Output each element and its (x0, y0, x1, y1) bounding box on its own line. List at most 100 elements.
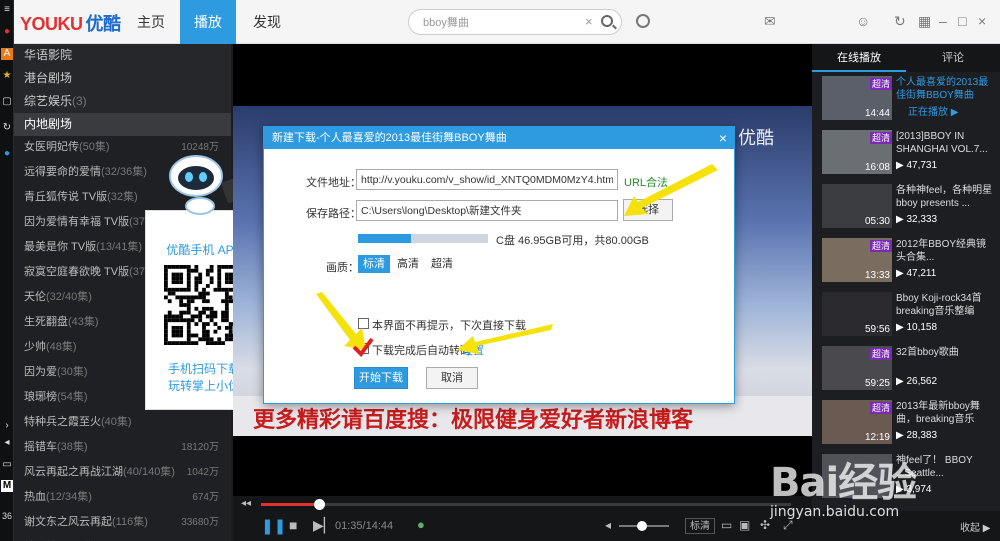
video-thumbnail[interactable]: 59:56 (822, 292, 892, 336)
qr-code[interactable] (164, 265, 244, 345)
video-title[interactable]: 各种神feel，各种明星bboy presents ... (896, 184, 996, 212)
video-title[interactable]: [2013]BBOY IN SHANGHAI VOL.7... (896, 130, 996, 158)
list-item[interactable]: 摇错车(38集) 18120万 (14, 436, 231, 459)
category-item[interactable]: 综艺娱乐(3) (14, 90, 231, 113)
video-watermark: 优酷 (738, 128, 774, 148)
category-item[interactable]: 华语影院 (14, 44, 231, 67)
settings-icon[interactable]: ✣ (760, 518, 770, 532)
play-count: ▶ 26,562 (896, 376, 938, 387)
refresh-icon[interactable]: ↻ (894, 13, 906, 30)
tab-comments[interactable]: 评论 (906, 44, 1000, 72)
search-icon[interactable] (601, 15, 613, 27)
quality-uhd[interactable]: 超清 (426, 255, 458, 273)
video-thumbnail[interactable]: 05:30 (822, 184, 892, 228)
tab-play[interactable]: 播放 (180, 0, 236, 44)
user-icon[interactable]: ☺ (856, 13, 870, 29)
video-title[interactable]: 个人最喜爱的2013最佳街舞BBOY舞曲 (896, 76, 996, 104)
path-input[interactable] (356, 200, 618, 221)
disk-usage-bar (358, 234, 488, 243)
history-icon[interactable] (636, 14, 650, 28)
pause-icon[interactable]: ❚❚ (261, 517, 286, 535)
playlist-item[interactable]: 59:25 超清 32首bboy歌曲 ▶ 26,562 (822, 346, 996, 396)
mail-icon[interactable]: ✉ (764, 13, 776, 30)
baidu-watermark: Bai经验 jingyan.baidu.com (770, 440, 1000, 540)
panel-icon[interactable]: ▭ (1, 459, 13, 471)
disk-space-text: C盘 46.95GB可用，共80.00GB (496, 235, 649, 247)
time-readout: 01:35/14:44 (335, 520, 394, 532)
progress-knob[interactable] (314, 499, 326, 510)
tab-online-play[interactable]: 在线播放 (812, 44, 906, 72)
quality-badge: 超清 (870, 78, 893, 90)
menu-icon[interactable]: ≡ (1, 4, 13, 16)
folder-icon[interactable]: ▭ (721, 518, 732, 532)
tab-home[interactable]: 主页 (123, 0, 179, 44)
quality-button[interactable]: 标清 (685, 518, 715, 534)
annotation-arrow (457, 324, 553, 354)
playlist-item[interactable]: 14:44 超清 个人最喜爱的2013最佳街舞BBOY舞曲 正在播放 ▶ (822, 76, 996, 126)
path-label: 保存路径： (306, 208, 361, 220)
video-banner-text: 更多精彩请百度搜：极限健身爱好者新浪博客 (253, 407, 694, 432)
volume-icon[interactable]: ◂ (605, 518, 611, 532)
control-bar: ❚❚ ■ ▶▏ 01:35/14:44 ● ◂ 标清 ▭ ▣ ✣ ⤢ (233, 512, 812, 541)
check-mark-icon (352, 337, 374, 357)
cancel-button[interactable]: 取消 (426, 367, 478, 389)
quality-badge: 超清 (870, 348, 893, 360)
lightbulb-icon[interactable]: ● (417, 517, 425, 532)
minimize-icon[interactable]: – (939, 13, 947, 29)
list-item[interactable]: 谢文东之风云再起(116集) 33680万 (14, 511, 231, 534)
list-item[interactable]: 特种兵之霞至火(40集) (14, 411, 231, 434)
clear-icon[interactable]: × (585, 14, 593, 29)
start-download-button[interactable]: 开始下载 (354, 367, 408, 389)
video-title[interactable]: Bboy Koji-rock34首 breaking音乐整编 (896, 292, 996, 320)
close-icon[interactable]: × (978, 13, 986, 29)
play-count: ▶ 47,731 (896, 160, 938, 171)
quality-sd[interactable]: 标清 (358, 255, 390, 273)
next-icon[interactable]: ▶▏ (313, 517, 335, 534)
maximize-icon[interactable]: □ (958, 13, 966, 29)
playlist-item[interactable]: 59:56 Bboy Koji-rock34首 breaking音乐整编 ▶ 10,… (822, 292, 996, 342)
youku-icon[interactable]: ● (1, 26, 13, 38)
m-icon[interactable]: M (1, 480, 13, 492)
category-item[interactable]: 港台剧场 (14, 67, 231, 90)
baidu-logo: Bai经验 (770, 460, 917, 506)
skin-icon[interactable]: ▦ (918, 13, 931, 30)
doc-icon[interactable]: ▢ (1, 96, 13, 108)
category-item[interactable]: 内地剧场 (14, 113, 231, 136)
video-title[interactable]: 2013年最新bboy舞曲，breaking音乐 (896, 400, 996, 428)
search-input[interactable] (421, 14, 571, 30)
left-toolbar-strip: ≡ ● A ★ ▢ ↻ ● › ◂ ▭ M 36 (0, 0, 14, 541)
star-icon[interactable]: ★ (1, 70, 13, 82)
progress-bar[interactable]: ◂◂ (233, 496, 812, 512)
stop-icon[interactable]: ■ (289, 517, 297, 533)
url-input[interactable] (356, 169, 618, 190)
quality-hd[interactable]: 高清 (392, 255, 424, 273)
youku-logo[interactable]: YOUKU 优酷 (20, 10, 121, 36)
list-item[interactable]: 嫂子嫂子(41集)2373万 (14, 536, 231, 541)
playlist-item[interactable]: 05:30 各种神feel，各种明星bboy presents ... ▶ 32,3… (822, 184, 996, 234)
volume-slider[interactable] (619, 521, 669, 531)
search-box: × (408, 9, 622, 35)
play-count: ▶ 10,158 (896, 322, 938, 333)
dialog-title: 新建下载-个人最喜爱的2013最佳街舞BBOY舞曲 (264, 127, 734, 149)
video-title[interactable]: 2012年BBOY经典镜头合集... (896, 238, 996, 266)
quality-badge: 超清 (870, 132, 893, 144)
a-icon[interactable]: A (1, 48, 13, 60)
now-playing-text: 正在播放 ▶ (908, 107, 959, 118)
list-item[interactable]: 热血(12/34集) 674万 (14, 486, 231, 509)
playlist-item[interactable]: 16:08 超清 [2013]BBOY IN SHANGHAI VOL.7... ▶ … (822, 130, 996, 180)
sound-icon[interactable]: ◂ (1, 437, 13, 449)
quality-badge: 超清 (870, 402, 893, 414)
screen-icon[interactable]: ▣ (739, 518, 750, 532)
play-count: ▶ 32,333 (896, 214, 938, 225)
video-title[interactable]: 32首bboy歌曲 (896, 346, 996, 374)
refresh-icon[interactable]: ↻ (1, 122, 13, 134)
clock-readout: 36 (1, 511, 12, 521)
expand-icon[interactable]: › (1, 420, 13, 432)
play-count: ▶ 47,211 (896, 268, 937, 279)
info-icon[interactable]: ● (1, 148, 13, 160)
list-item[interactable]: 风云再起之再战江湖(40/140集) 1042万 (14, 461, 231, 484)
tab-discover[interactable]: 发现 (239, 0, 295, 44)
playlist-item[interactable]: 13:33 超清 2012年BBOY经典镜头合集... ▶ 47,211 (822, 238, 996, 288)
rewind-icon[interactable]: ◂◂ (241, 498, 251, 509)
dialog-close-icon[interactable]: × (719, 127, 727, 149)
